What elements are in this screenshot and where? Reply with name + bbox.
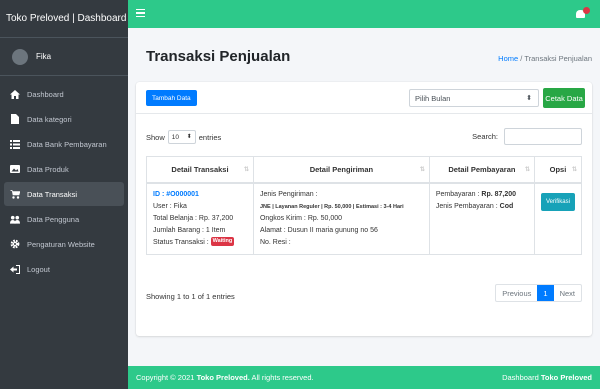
footer: Copyright © 2021 Toko Preloved. All righ… [128,366,600,389]
pagination: Previous 1 Next [495,284,582,302]
column-header-opsi[interactable]: Opsi ⇅ [533,156,583,184]
entries-select[interactable]: 10 ⬍ [167,130,196,144]
search-input[interactable] [504,128,582,145]
page-title: Transaksi Penjualan [146,48,291,65]
pagination-page-1[interactable]: 1 [537,285,554,301]
shipping-title: Jenis Pengiriman : [259,190,318,198]
sidebar-item-data-kategori[interactable]: Data kategori [4,107,124,131]
entries-length-control: Show 10 ⬍ entries [146,130,221,144]
cell-detail-pengiriman: Jenis Pengiriman : JNE | Layanan Reguler… [252,182,430,255]
home-icon [10,89,20,99]
cart-icon [10,189,20,199]
list-icon [10,139,20,149]
show-label: Show [146,132,165,142]
footer-right: Dashboard Toko Preloved [502,373,592,382]
sidebar-item-data-pengguna[interactable]: Data Pengguna [4,207,124,231]
sidebar-item-logout[interactable]: Logout [4,257,124,281]
transaction-status: Status Transaksi : Waiting [153,237,235,247]
users-icon [10,214,20,224]
shipping-address: Alamat : Dusun II maria gunung no 56 [259,226,378,234]
entries-info: Showing 1 to 1 of 1 entries [146,292,235,301]
pagination-next[interactable]: Next [554,285,581,301]
sidebar-item-pengaturan-website[interactable]: Pengaturan Website [4,232,124,256]
pagination-previous[interactable]: Previous [496,285,537,301]
top-navbar [128,0,600,28]
add-data-button[interactable]: Tambah Data [146,90,197,106]
footer-brand-link[interactable]: Toko Preloved. [197,373,250,382]
cell-detail-transaksi: ID : #O000001 User : Fika Total Belanja … [146,182,254,255]
sidebar: Toko Preloved | Dashboard Fika Dashboard… [0,0,128,389]
logout-icon [10,264,20,274]
sidebar-item-label: Logout [27,264,50,274]
sort-icon: ⇅ [571,167,577,173]
sidebar-item-label: Pengaturan Website [27,239,95,249]
sidebar-item-label: Data Transaksi [27,189,78,199]
select-caret-icon: ⬍ [526,95,532,102]
card-toolbar: Tambah Data Pilih Bulan ⬍ Cetak Data [136,82,592,114]
breadcrumb-home-link[interactable]: Home [498,54,518,63]
sidebar-item-label: Data Bank Pembayaran [27,139,107,149]
breadcrumb-separator: / [520,54,523,63]
user-panel[interactable]: Fika [0,38,128,76]
sidebar-item-label: Data Produk [27,164,69,174]
select-caret-icon: ⬍ [186,134,192,140]
transaction-total: Total Belanja : Rp. 37,200 [153,214,234,222]
gear-icon [10,239,20,249]
entries-label: entries [198,132,222,142]
status-badge: Waiting [210,237,235,247]
sort-icon: ⇅ [419,167,425,173]
print-data-button[interactable]: Cetak Data [543,88,585,108]
sidebar-item-label: Data kategori [27,114,72,124]
search-label: Search: [472,132,498,141]
menu-toggle-icon[interactable] [136,9,145,17]
notification-bell-icon[interactable] [576,7,590,19]
cell-opsi: Verifikasi [533,182,583,255]
sort-icon: ⇅ [243,167,249,173]
transaction-qty: Jumlah Barang : 1 Item [153,226,226,234]
transaction-user: User : Fika [153,202,187,210]
table-row: ID : #O000001 User : Fika Total Belanja … [146,182,583,255]
image-icon [10,164,20,174]
column-header-detail-transaksi[interactable]: Detail Transaksi ⇅ [146,156,254,184]
payment-type: Jenis Pembayaran : Cod [435,202,514,210]
breadcrumb-current: Transaksi Penjualan [524,54,592,63]
payment-amount: Pembayaran : Rp. 87,200 [435,190,517,198]
sidebar-nav: Dashboard Data kategori Data Bank Pembay… [0,82,128,281]
file-icon [10,114,20,124]
sidebar-item-data-produk[interactable]: Data Produk [4,157,124,181]
transactions-card: Tambah Data Pilih Bulan ⬍ Cetak Data Sho… [136,82,592,336]
shipping-receipt: No. Resi : [259,238,291,246]
sidebar-item-dashboard[interactable]: Dashboard [4,82,124,106]
month-select-value: Pilih Bulan [415,93,451,103]
user-name: Fika [36,52,52,61]
column-header-detail-pembayaran[interactable]: Detail Pembayaran ⇅ [428,156,535,184]
sidebar-item-data-transaksi[interactable]: Data Transaksi [4,182,124,206]
sidebar-item-label: Dashboard [27,89,64,99]
brand-title[interactable]: Toko Preloved | Dashboard [0,0,128,38]
footer-copyright: Copyright © 2021 Toko Preloved. All righ… [136,373,314,382]
transactions-table: Detail Transaksi ⇅ Detail Pengiriman ⇅ D… [146,156,583,255]
notification-badge [583,7,590,14]
shipping-detail: JNE | Layanan Reguler | Rp. 50,000 | Est… [259,203,404,210]
avatar [12,48,28,65]
shipping-cost: Ongkos Kirim : Rp. 50,000 [259,214,343,222]
breadcrumb: Home / Transaksi Penjualan [498,54,592,63]
column-header-detail-pengiriman[interactable]: Detail Pengiriman ⇅ [252,156,430,184]
sidebar-item-label: Data Pengguna [27,214,80,224]
table-search: Search: [472,128,582,145]
month-select[interactable]: Pilih Bulan ⬍ [409,89,539,107]
sort-icon: ⇅ [524,167,530,173]
cell-detail-pembayaran: Pembayaran : Rp. 87,200 Jenis Pembayaran… [428,182,535,255]
sidebar-item-data-bank-pembayaran[interactable]: Data Bank Pembayaran [4,132,124,156]
verify-button[interactable]: Verifikasi [540,192,575,211]
entries-select-value: 10 [171,133,179,141]
transaction-id: ID : #O000001 [153,190,199,198]
